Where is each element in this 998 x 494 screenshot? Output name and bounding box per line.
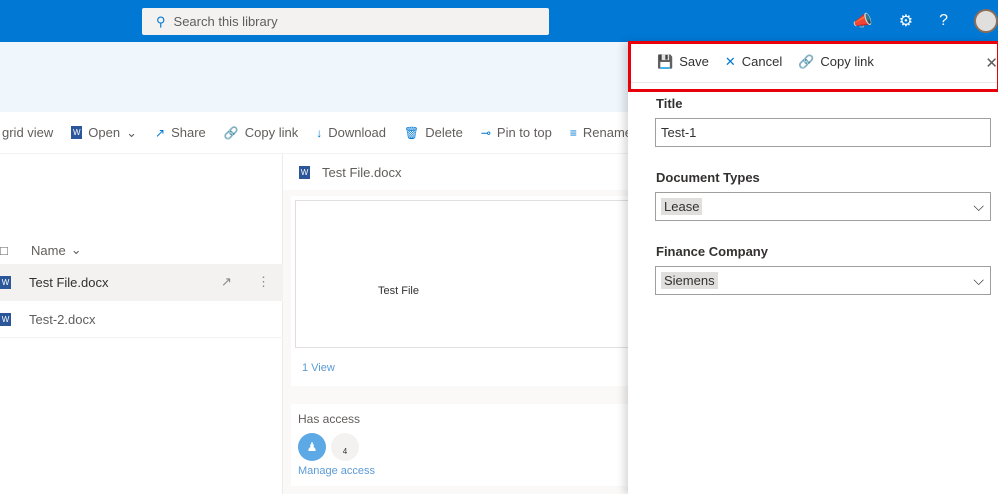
trash-icon: 🗑 bbox=[404, 125, 420, 140]
download-button[interactable]: ↓ Download bbox=[316, 125, 386, 140]
details-pane: W Test File.docx Test File 1 View Has acc… bbox=[283, 154, 628, 494]
rename-icon: ≡ bbox=[569, 125, 577, 140]
word-icon: W bbox=[299, 165, 310, 179]
link-icon: 🔗 bbox=[223, 125, 239, 140]
save-icon: 💾 bbox=[657, 54, 674, 69]
share-icon: ↗ bbox=[155, 125, 166, 140]
preview-card: Test File 1 View bbox=[291, 196, 628, 386]
share-icon[interactable]: ↗ bbox=[221, 274, 232, 290]
word-icon: W bbox=[71, 126, 83, 139]
document-types-dropdown[interactable]: Lease ⌵ bbox=[655, 192, 991, 221]
delete-button[interactable]: 🗑 Delete bbox=[404, 125, 463, 140]
cancel-button[interactable]: ✕ Cancel bbox=[725, 54, 782, 70]
properties-panel: 💾 Save ✕ Cancel 🔗 Copy link ✕ Title Test-1 … bbox=[628, 42, 998, 494]
link-icon: 🔗 bbox=[798, 54, 815, 69]
save-button[interactable]: 💾 Save bbox=[657, 54, 709, 70]
file-row[interactable]: W Test-2.docx bbox=[0, 301, 283, 338]
top-bar: ⚲ Search this library 📣 ⚙ ? bbox=[0, 0, 998, 42]
manage-access-link[interactable]: Manage access bbox=[298, 465, 375, 477]
copy-link-button[interactable]: 🔗 Copy link bbox=[224, 125, 298, 140]
search-icon: ⚲ bbox=[156, 13, 166, 29]
shared-count-badge[interactable]: 4 bbox=[331, 433, 359, 461]
search-placeholder: Search this library bbox=[173, 14, 278, 29]
rename-button[interactable]: ≡ Rename bbox=[570, 125, 632, 140]
name-column-header[interactable]: □ Name ⌄ bbox=[0, 236, 283, 264]
share-button[interactable]: ↗ Share bbox=[155, 125, 206, 140]
chevron-down-icon: ⌄ bbox=[70, 242, 82, 257]
grid-view-button[interactable]: grid view bbox=[2, 125, 53, 140]
file-type-icon: □ bbox=[0, 242, 8, 258]
title-input[interactable]: Test-1 bbox=[655, 118, 991, 147]
file-list: □ Name ⌄ W Test File.docx ↗ ⋮ W Test-2.d… bbox=[0, 154, 283, 494]
pin-to-top-button[interactable]: ⊸ Pin to top bbox=[481, 125, 552, 140]
more-options-icon[interactable]: ⋮ bbox=[257, 274, 270, 290]
chevron-down-icon: ⌵ bbox=[973, 272, 984, 288]
finance-company-dropdown[interactable]: Siemens ⌵ bbox=[655, 266, 991, 295]
avatar[interactable] bbox=[974, 9, 998, 33]
word-icon: W bbox=[0, 312, 11, 326]
file-row[interactable]: W Test File.docx ↗ ⋮ bbox=[0, 264, 283, 301]
pin-icon: ⊸ bbox=[480, 125, 491, 140]
search-box[interactable]: ⚲ Search this library bbox=[142, 8, 549, 35]
command-bar: grid view W Open ⌄ ↗ Share 🔗 Copy link ↓ Down… bbox=[0, 112, 640, 154]
preview-file-name: Test File.docx bbox=[322, 164, 402, 180]
copy-link-button[interactable]: 🔗 Copy link bbox=[798, 54, 874, 70]
finance-company-label: Finance Company bbox=[656, 244, 768, 259]
views-link[interactable]: 1 View bbox=[302, 362, 335, 374]
chevron-down-icon: ⌵ bbox=[973, 198, 984, 214]
word-icon: W bbox=[0, 275, 11, 289]
document-preview[interactable]: Test File bbox=[295, 200, 628, 348]
add-person-icon[interactable]: ♟ bbox=[298, 433, 326, 461]
cancel-icon: ✕ bbox=[724, 54, 736, 69]
download-icon: ↓ bbox=[316, 125, 323, 140]
help-icon[interactable]: ? bbox=[939, 12, 948, 30]
gear-icon[interactable]: ⚙ bbox=[899, 11, 913, 31]
megaphone-icon[interactable]: 📣 bbox=[853, 11, 873, 31]
title-label: Title bbox=[656, 96, 683, 111]
close-icon[interactable]: ✕ bbox=[985, 54, 998, 72]
chevron-down-icon: ⌄ bbox=[126, 124, 138, 140]
open-button[interactable]: W Open ⌄ bbox=[71, 125, 137, 141]
document-types-label: Document Types bbox=[656, 170, 760, 185]
access-section: Has access ♟ 4 Manage access bbox=[291, 404, 628, 486]
